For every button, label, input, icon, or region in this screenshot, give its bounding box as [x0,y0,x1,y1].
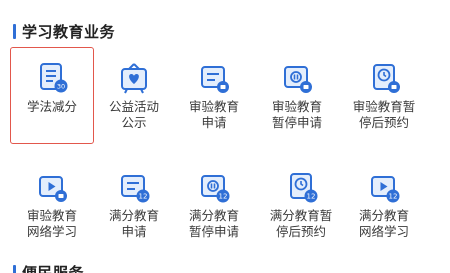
tile-shenyan-wangluo[interactable]: 审验教育 网络学习 [10,156,94,250]
book-list-icon: 30 [40,63,68,93]
badge-text: 30 [57,83,65,91]
tile-shenyan-zanting[interactable]: 审验教育 暂停申请 [255,47,339,141]
tile-shenyan-yuyue[interactable]: 审验教育暂 停后预约 [338,47,430,141]
badge-text: 12 [307,193,316,201]
tile-label: 满分教育 网络学习 [358,208,409,239]
video-play-12-icon: 12 [371,176,400,203]
tile-label: 审验教育 网络学习 [26,208,77,239]
badge-text: 12 [389,193,398,201]
tile-manfen-zanting[interactable]: 12 满分教育 暂停申请 [172,156,256,250]
section-title-service: 便民服务 [13,262,84,273]
heart-easel-icon [121,63,147,94]
tile-label: 满分教育 暂停申请 [188,208,239,239]
tile-manfen-wangluo[interactable]: 12 满分教育 网络学习 [338,156,430,250]
tile-label: 学法减分 [26,99,77,114]
tile-manfen-yuyue[interactable]: 12 满分教育暂 停后预约 [255,156,347,250]
clock-doc-12-icon: 12 [290,173,318,203]
badge-text: 12 [139,193,148,201]
pause-doc-12-icon: 12 [201,175,230,203]
study-services-grid: 30 学法减分 公益活动 公示 审验教育 申请 审验教育 暂停申请 审验教育暂 … [0,0,450,273]
section-title-text: 便民服务 [22,263,85,273]
tile-label: 公益活动 公示 [108,99,159,130]
badge-text: 12 [219,193,228,201]
tile-label: 满分教育暂 停后预约 [269,208,333,239]
clock-doc-icon [373,64,400,93]
tile-gongyi-huodong[interactable]: 公益活动 公示 [92,47,176,141]
pause-doc-icon [284,66,312,93]
tile-shenyan-shenqing[interactable]: 审验教育 申请 [172,47,256,141]
video-play-icon [39,176,67,202]
tile-manfen-shenqing[interactable]: 12 满分教育 申请 [92,156,176,250]
section-title-marker [13,264,16,273]
tile-label: 审验教育暂 停后预约 [352,99,416,130]
tile-label: 审验教育 暂停申请 [271,99,322,130]
tile-xuefa-jianfen[interactable]: 30 学法减分 [10,47,94,144]
tile-label: 审验教育 申请 [188,99,239,130]
tile-label: 满分教育 申请 [108,208,159,239]
form-doc-12-icon: 12 [121,175,150,203]
form-doc-icon [201,66,229,93]
